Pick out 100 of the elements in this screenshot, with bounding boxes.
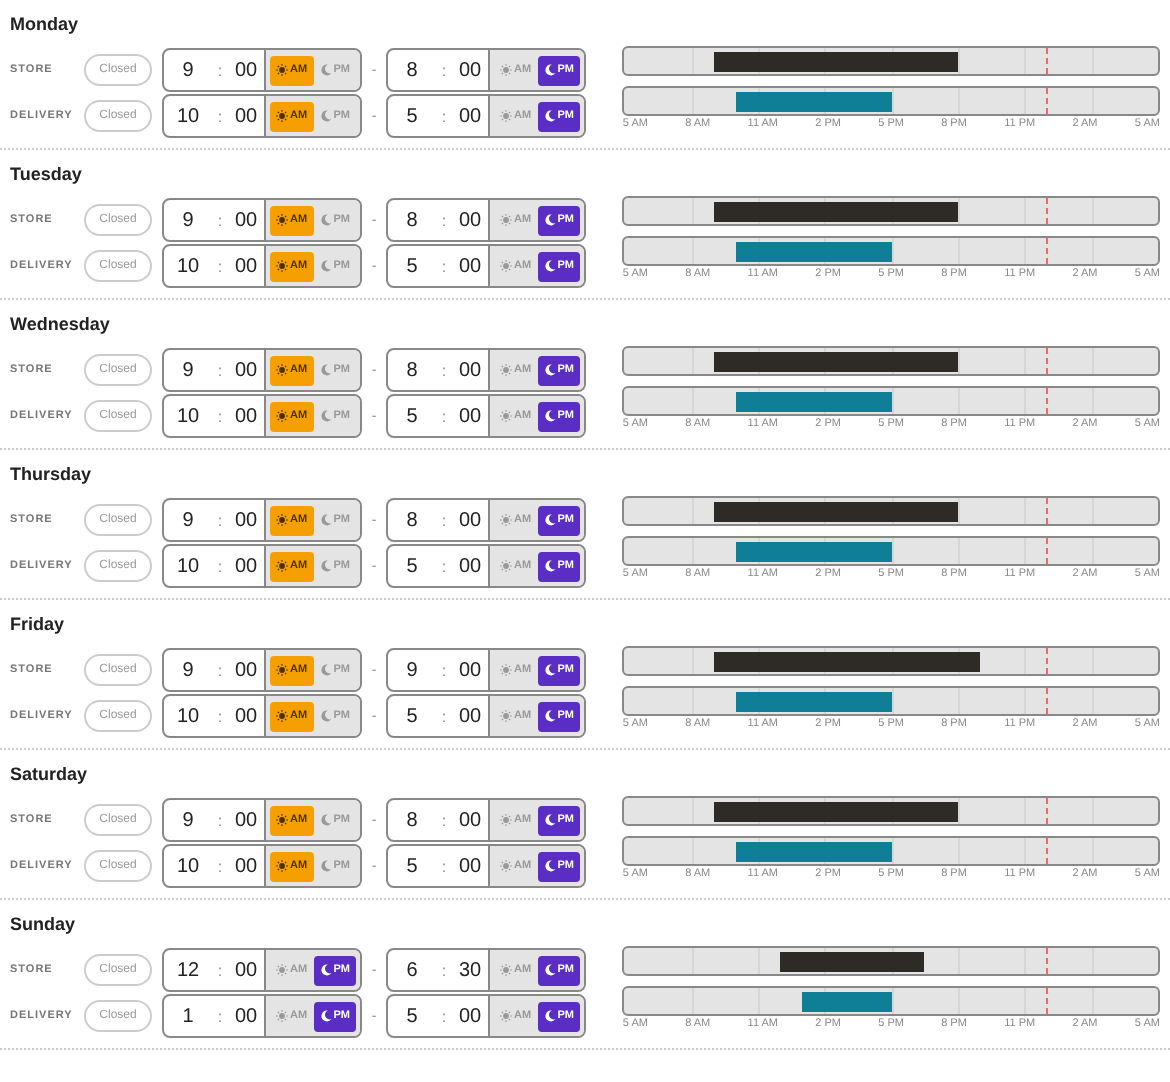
minute-value[interactable]: 00 xyxy=(452,855,488,877)
sun-icon xyxy=(500,964,513,976)
moon-icon xyxy=(319,110,332,122)
hour-value[interactable]: 10 xyxy=(164,105,212,127)
sun-icon xyxy=(276,514,289,526)
hour-value[interactable]: 5 xyxy=(388,855,436,877)
sun-icon xyxy=(276,710,289,722)
minute-value[interactable]: 00 xyxy=(228,209,264,231)
hour-value[interactable]: 8 xyxy=(388,359,436,381)
sun-icon xyxy=(276,260,289,272)
day-title: Thursday xyxy=(10,462,94,488)
time-colon: : xyxy=(215,257,225,275)
day-title: Sunday xyxy=(10,912,78,938)
day-title: Tuesday xyxy=(10,162,84,188)
minute-value[interactable]: 30 xyxy=(452,959,488,981)
minute-value[interactable]: 00 xyxy=(452,105,488,127)
day-title: Friday xyxy=(10,612,67,638)
minute-value[interactable]: 00 xyxy=(228,959,264,981)
minute-value[interactable]: 00 xyxy=(452,209,488,231)
time-colon: : xyxy=(439,961,449,979)
hour-value[interactable]: 5 xyxy=(388,105,436,127)
sun-icon xyxy=(276,560,289,572)
hour-value[interactable]: 8 xyxy=(388,59,436,81)
sun-icon xyxy=(500,814,513,826)
hour-value[interactable]: 5 xyxy=(388,405,436,427)
time-colon: : xyxy=(439,407,449,425)
moon-icon xyxy=(319,710,332,722)
minute-value[interactable]: 00 xyxy=(228,659,264,681)
hour-value[interactable]: 10 xyxy=(164,405,212,427)
moon-icon xyxy=(543,860,556,872)
hour-value[interactable]: 9 xyxy=(164,509,212,531)
hour-value[interactable]: 5 xyxy=(388,555,436,577)
moon-icon xyxy=(543,410,556,422)
hour-value[interactable]: 9 xyxy=(388,659,436,681)
hour-value[interactable]: 9 xyxy=(164,659,212,681)
hour-value[interactable]: 9 xyxy=(164,59,212,81)
minute-value[interactable]: 00 xyxy=(228,405,264,427)
hour-value[interactable]: 9 xyxy=(164,359,212,381)
time-colon: : xyxy=(439,361,449,379)
minute-value[interactable]: 00 xyxy=(452,659,488,681)
moon-icon xyxy=(543,560,556,572)
sun-icon xyxy=(500,860,513,872)
time-colon: : xyxy=(215,211,225,229)
hour-value[interactable]: 8 xyxy=(388,209,436,231)
sun-icon xyxy=(500,664,513,676)
sun-icon xyxy=(276,664,289,676)
minute-value[interactable]: 00 xyxy=(228,359,264,381)
minute-value[interactable]: 00 xyxy=(452,705,488,727)
time-colon: : xyxy=(215,61,225,79)
hour-value[interactable]: 6 xyxy=(388,959,436,981)
day-title: Saturday xyxy=(10,762,90,788)
hour-value[interactable]: 10 xyxy=(164,255,212,277)
moon-icon xyxy=(543,664,556,676)
moon-icon xyxy=(543,214,556,226)
time-colon: : xyxy=(215,1007,225,1025)
time-colon: : xyxy=(439,1007,449,1025)
minute-value[interactable]: 00 xyxy=(228,59,264,81)
moon-icon xyxy=(319,410,332,422)
minute-value[interactable]: 00 xyxy=(228,555,264,577)
minute-value[interactable]: 00 xyxy=(452,405,488,427)
hour-value[interactable]: 1 xyxy=(164,1005,212,1027)
time-colon: : xyxy=(215,557,225,575)
hour-value[interactable]: 10 xyxy=(164,555,212,577)
moon-icon xyxy=(543,710,556,722)
minute-value[interactable]: 00 xyxy=(228,809,264,831)
minute-value[interactable]: 00 xyxy=(228,855,264,877)
hour-value[interactable]: 5 xyxy=(388,705,436,727)
hour-value[interactable]: 8 xyxy=(388,809,436,831)
hour-value[interactable]: 5 xyxy=(388,255,436,277)
time-colon: : xyxy=(215,811,225,829)
minute-value[interactable]: 00 xyxy=(228,255,264,277)
hour-value[interactable]: 9 xyxy=(164,209,212,231)
minute-value[interactable]: 00 xyxy=(452,809,488,831)
minute-value[interactable]: 00 xyxy=(228,509,264,531)
minute-value[interactable]: 00 xyxy=(452,359,488,381)
moon-icon xyxy=(543,814,556,826)
minute-value[interactable]: 00 xyxy=(228,705,264,727)
minute-value[interactable]: 00 xyxy=(452,1005,488,1027)
time-colon: : xyxy=(439,211,449,229)
moon-icon xyxy=(319,664,332,676)
hour-value[interactable]: 9 xyxy=(164,809,212,831)
minute-value[interactable]: 00 xyxy=(228,105,264,127)
time-colon: : xyxy=(439,557,449,575)
moon-icon xyxy=(543,964,556,976)
minute-value[interactable]: 00 xyxy=(228,1005,264,1027)
moon-icon xyxy=(319,814,332,826)
sun-icon xyxy=(276,410,289,422)
minute-value[interactable]: 00 xyxy=(452,555,488,577)
hour-value[interactable]: 12 xyxy=(164,959,212,981)
sun-icon xyxy=(500,514,513,526)
hour-value[interactable]: 10 xyxy=(164,855,212,877)
hour-value[interactable]: 5 xyxy=(388,1005,436,1027)
hour-value[interactable]: 8 xyxy=(388,509,436,531)
minute-value[interactable]: 00 xyxy=(452,255,488,277)
minute-value[interactable]: 00 xyxy=(452,509,488,531)
sun-icon xyxy=(276,964,289,976)
minute-value[interactable]: 00 xyxy=(452,59,488,81)
hour-value[interactable]: 10 xyxy=(164,705,212,727)
moon-icon xyxy=(543,110,556,122)
sun-icon xyxy=(500,410,513,422)
